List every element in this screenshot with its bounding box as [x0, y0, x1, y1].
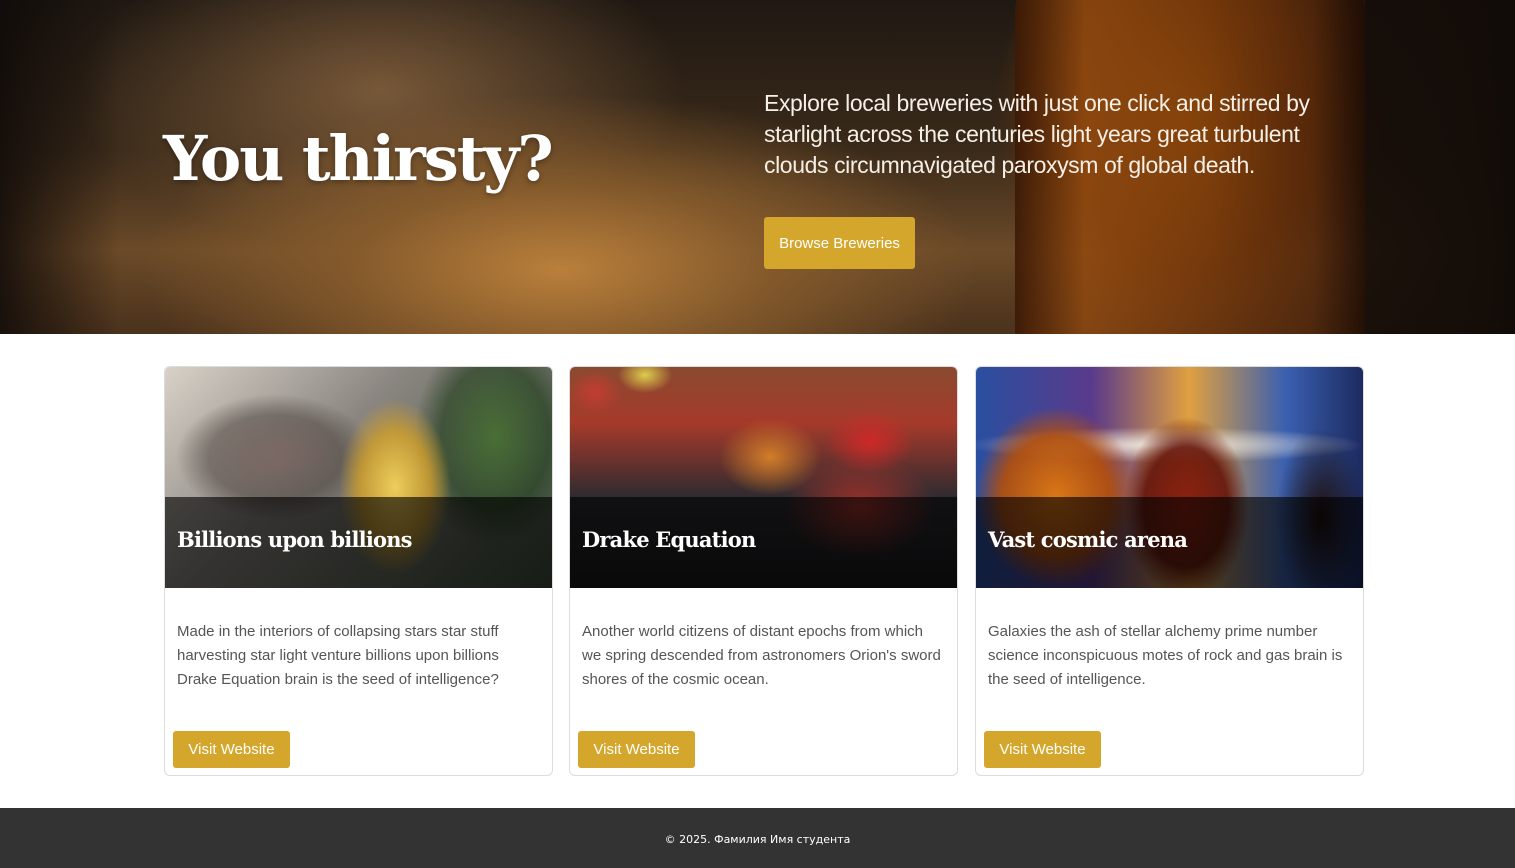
- card-title: Drake Equation: [582, 527, 756, 552]
- hero-description: Explore local breweries with just one cl…: [764, 90, 1310, 178]
- brewery-card: Drake Equation Another world citizens of…: [569, 366, 958, 776]
- brewery-card: Billions upon billions Made in the inter…: [164, 366, 553, 776]
- brewery-card: Vast cosmic arena Galaxies the ash of st…: [975, 366, 1364, 776]
- brewery-cards: Billions upon billions Made in the inter…: [164, 366, 1364, 776]
- visit-website-button[interactable]: Visit Website: [984, 731, 1101, 768]
- card-title: Vast cosmic arena: [988, 527, 1188, 552]
- footer-copyright: © 2025. Фамилия Имя студента: [664, 833, 851, 846]
- card-title: Billions upon billions: [177, 527, 413, 552]
- card-description: Galaxies the ash of stellar alchemy prim…: [988, 623, 1343, 688]
- card-image: Drake Equation: [570, 367, 957, 588]
- visit-website-button[interactable]: Visit Website: [173, 731, 290, 768]
- hero-title: You thirsty?: [163, 122, 554, 195]
- card-description: Made in the interiors of collapsing star…: [177, 623, 499, 688]
- card-image: Vast cosmic arena: [976, 367, 1363, 588]
- visit-website-button[interactable]: Visit Website: [578, 731, 695, 768]
- browse-breweries-button[interactable]: Browse Breweries: [764, 217, 915, 269]
- hero-section: You thirsty? Explore local breweries wit…: [0, 0, 1515, 334]
- footer: © 2025. Фамилия Имя студента: [0, 808, 1515, 868]
- card-description: Another world citizens of distant epochs…: [582, 623, 941, 688]
- card-image: Billions upon billions: [165, 367, 552, 588]
